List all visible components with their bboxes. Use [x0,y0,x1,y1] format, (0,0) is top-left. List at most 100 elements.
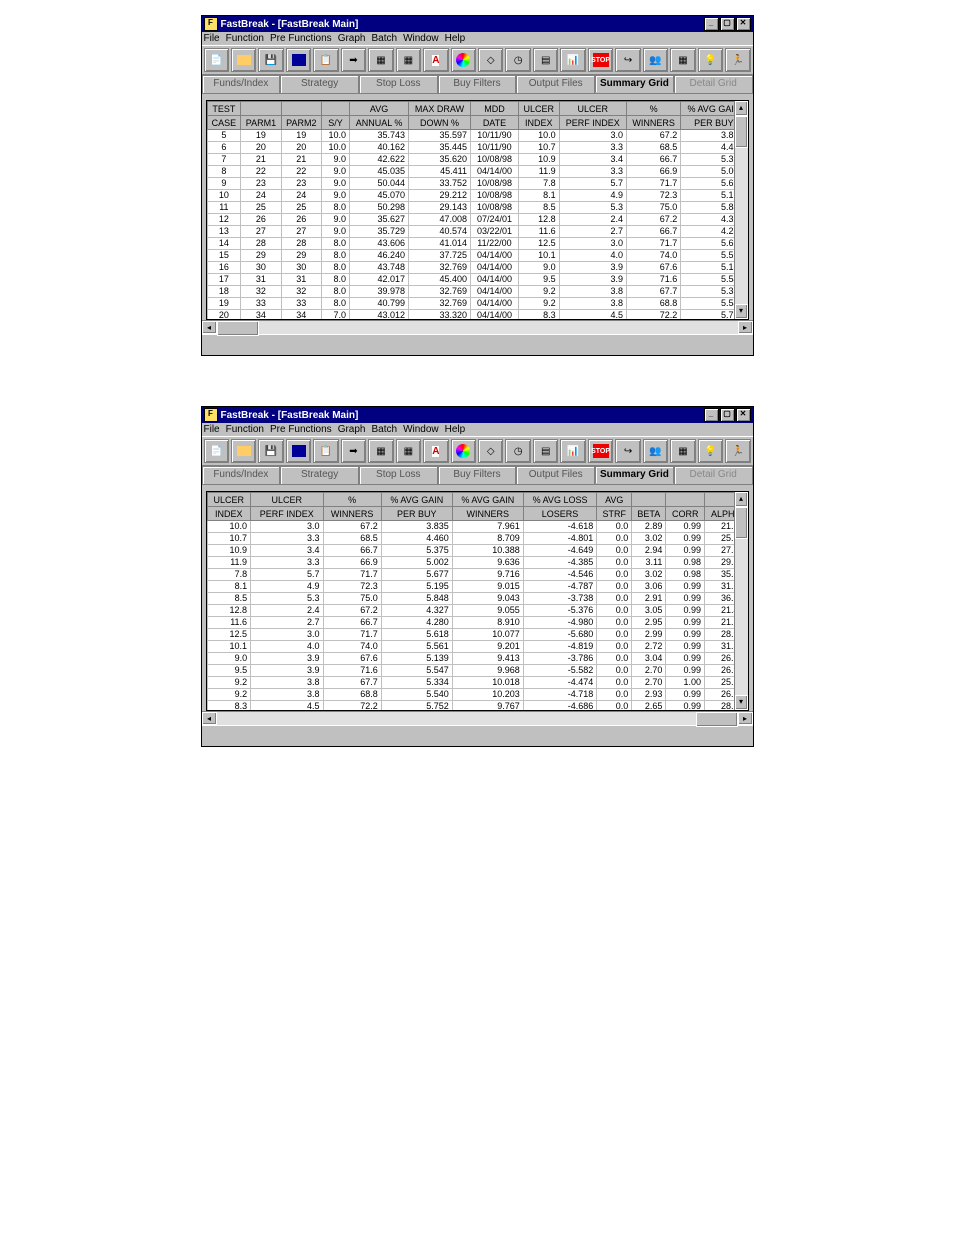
table-row[interactable]: 8.14.972.35.1959.015-4.7870.03.060.9931.… [207,581,747,593]
table-row[interactable]: 8.34.572.25.7529.767-4.6860.02.650.9928.… [207,701,747,712]
column-header[interactable]: S/Y [321,116,349,130]
close-button[interactable]: ✕ [736,17,751,31]
table-row[interactable]: 5191910.035.74335.59710/11/9010.03.067.2… [207,130,747,142]
tab-summarygrid[interactable]: Summary Grid [595,466,674,484]
tab-buyfilters[interactable]: Buy Filters [438,75,517,93]
summary-grid[interactable]: TESTAVGMAX DRAWMDDULCERULCER%% AVG GAIN … [206,100,749,320]
vertical-scrollbar[interactable]: ▴ ▾ [734,492,748,710]
toolbar-open[interactable] [231,48,256,72]
toolbar-new[interactable]: 📄 [204,48,229,72]
menu-window[interactable]: Window [403,33,439,44]
column-header[interactable]: WINNERS [452,507,523,521]
column-header[interactable] [321,102,349,116]
table-row[interactable]: 1327279.035.72940.57403/22/0111.62.766.7… [207,226,747,238]
toolbar-people[interactable]: 👥 [643,439,668,463]
scroll-thumb-h[interactable] [696,712,738,727]
menu-window[interactable]: Window [403,424,439,435]
table-row[interactable]: 1428288.043.60641.01411/22/0012.53.071.7… [207,238,747,250]
table-row[interactable]: 9.23.867.75.33410.018-4.4740.02.701.0025… [207,677,747,689]
column-header[interactable]: INDEX [519,116,560,130]
column-header[interactable]: DATE [470,116,518,130]
tab-outputfiles[interactable]: Output Files [516,75,595,93]
menu-file[interactable]: File [204,33,220,44]
column-header[interactable]: ULCER [251,493,323,507]
column-header[interactable]: ANNUAL % [350,116,409,130]
toolbar-chart[interactable]: 📊 [560,439,585,463]
column-header[interactable]: PER BUY [381,507,452,521]
toolbar-grid[interactable] [286,439,311,463]
table-row[interactable]: 1630308.043.74832.76904/14/009.03.967.65… [207,262,747,274]
table-row[interactable]: 8.55.375.05.8489.043-3.7380.02.910.9936.… [207,593,747,605]
toolbar-color[interactable] [451,439,476,463]
toolbar-exit[interactable]: ➡ [341,439,366,463]
toolbar-color[interactable] [451,48,476,72]
toolbar-t2[interactable]: ▦ [396,48,421,72]
menu-function[interactable]: Function [226,33,264,44]
column-header[interactable]: WINNERS [323,507,381,521]
scroll-right-button[interactable]: ▸ [738,712,753,725]
table-row[interactable]: 2034347.043.01233.32004/14/008.34.572.25… [207,310,747,321]
column-header[interactable]: DOWN % [409,116,471,130]
table-row[interactable]: 9.03.967.65.1399.413-3.7860.03.040.9926.… [207,653,747,665]
scroll-thumb[interactable] [735,507,748,539]
scroll-thumb-h[interactable] [217,321,259,336]
table-row[interactable]: 12.82.467.24.3279.055-5.3760.03.050.9921… [207,605,747,617]
table-row[interactable]: 12.53.071.75.61810.077-5.6800.02.990.992… [207,629,747,641]
column-header[interactable] [666,493,705,507]
table-row[interactable]: 7.85.771.75.6779.716-4.5460.03.020.9835.… [207,569,747,581]
column-header[interactable] [281,102,321,116]
toolbar-people[interactable]: 👥 [643,48,668,72]
tab-stoploss[interactable]: Stop Loss [359,466,438,484]
column-header[interactable]: MAX DRAW [409,102,471,116]
scroll-down-button[interactable]: ▾ [735,695,748,710]
minimize-button[interactable]: _ [704,408,719,422]
column-header[interactable]: BETA [632,507,666,521]
toolbar-arrow[interactable]: ↪ [615,439,640,463]
menu-prefunctions[interactable]: Pre Functions [270,424,332,435]
toolbar-auto[interactable]: A [423,48,448,72]
scroll-down-button[interactable]: ▾ [735,304,748,319]
scroll-up-button[interactable]: ▴ [735,101,748,116]
column-header[interactable] [632,493,666,507]
column-header[interactable]: AVG [350,102,409,116]
maximize-button[interactable]: ▢ [720,17,735,31]
column-header[interactable]: PARM2 [281,116,321,130]
column-header[interactable]: WINNERS [627,116,681,130]
column-header[interactable]: PERF INDEX [251,507,323,521]
column-header[interactable]: STRF [597,507,632,521]
tab-detailgrid[interactable]: Detail Grid [674,466,753,484]
table-row[interactable]: 10.03.067.23.8357.961-4.6180.02.890.9921… [207,521,747,533]
column-header[interactable]: MDD [470,102,518,116]
column-header[interactable]: PARM1 [241,116,281,130]
column-header[interactable]: % AVG GAIN [381,493,452,507]
summary-grid-right[interactable]: ULCERULCER%% AVG GAIN% AVG GAIN% AVG LOS… [206,491,749,711]
toolbar-clock[interactable]: ◷ [505,48,530,72]
toolbar-auto[interactable]: A [423,439,448,463]
column-header[interactable]: PERF INDEX [559,116,626,130]
scroll-up-button[interactable]: ▴ [735,492,748,507]
menu-help[interactable]: Help [445,424,466,435]
toolbar-cal[interactable]: ▦ [670,439,695,463]
toolbar-grid[interactable] [286,48,311,72]
column-header[interactable]: INDEX [207,507,251,521]
column-header[interactable]: AVG [597,493,632,507]
minimize-button[interactable]: _ [704,17,719,31]
scroll-left-button[interactable]: ◂ [202,321,217,334]
title-bar[interactable]: F FastBreak - [FastBreak Main] _ ▢ ✕ [202,407,753,423]
menu-prefunctions[interactable]: Pre Functions [270,33,332,44]
table-row[interactable]: 9.23.868.85.54010.203-4.7180.02.930.9926… [207,689,747,701]
scroll-right-button[interactable]: ▸ [738,321,753,334]
table-row[interactable]: 923239.050.04433.75210/08/987.85.771.75.… [207,178,747,190]
column-header[interactable]: LOSERS [523,507,596,521]
toolbar-stop[interactable]: STOP [588,48,613,72]
toolbar-bulb[interactable]: 💡 [698,439,723,463]
table-row[interactable]: 1731318.042.01745.40004/14/009.53.971.65… [207,274,747,286]
menu-graph[interactable]: Graph [338,33,366,44]
toolbar-t1[interactable]: ▦ [368,439,393,463]
table-row[interactable]: 822229.045.03545.41104/14/0011.93.366.95… [207,166,747,178]
toolbar-cal[interactable]: ▦ [670,48,695,72]
table-row[interactable]: 1832328.039.97832.76904/14/009.23.867.75… [207,286,747,298]
toolbar-diamond[interactable]: ◇ [478,439,503,463]
toolbar-arrow[interactable]: ↪ [615,48,640,72]
toolbar-stop[interactable]: STOP [588,439,613,463]
